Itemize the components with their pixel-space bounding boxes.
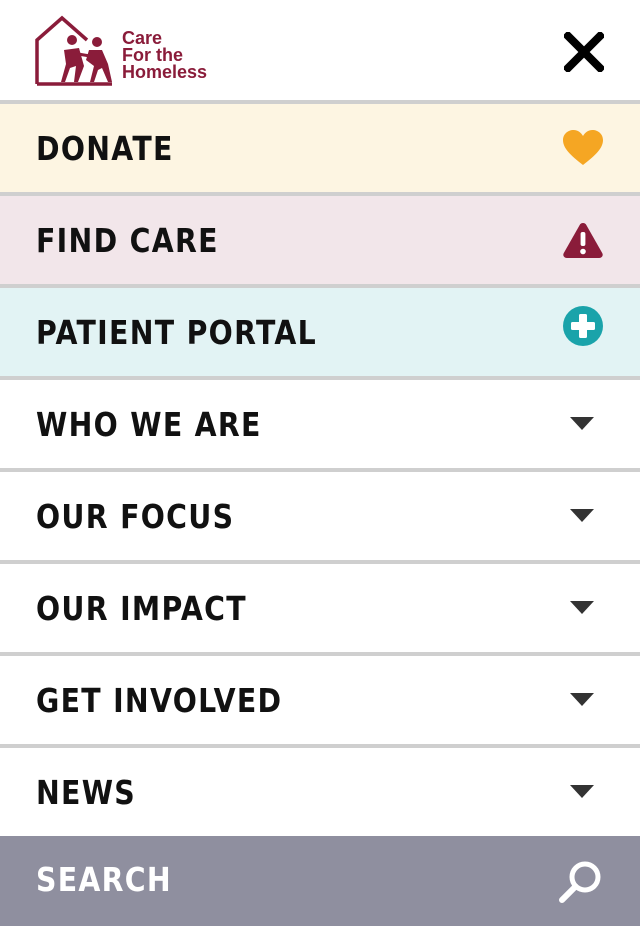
- chevron-down-icon: [570, 601, 594, 615]
- main-menu: DONATE FIND CARE PATIENT PORTAL WHO WE A…: [0, 100, 640, 836]
- menu-item-our-focus[interactable]: OUR FOCUS: [0, 468, 640, 560]
- close-button[interactable]: [560, 28, 608, 76]
- menu-item-label: GET INVOLVED: [36, 680, 283, 720]
- menu-item-label: FIND CARE: [36, 220, 219, 260]
- search-icon: [559, 861, 601, 903]
- chevron-down-icon: [570, 693, 594, 707]
- menu-item-label: DONATE: [36, 128, 174, 168]
- header: Care For the Homeless: [0, 0, 640, 100]
- menu-item-find-care[interactable]: FIND CARE: [0, 192, 640, 284]
- menu-item-get-involved[interactable]: GET INVOLVED: [0, 652, 640, 744]
- menu-item-label: PATIENT PORTAL: [36, 312, 318, 352]
- logo-line: Homeless: [122, 62, 208, 82]
- search-label: SEARCH: [36, 860, 172, 899]
- mobile-menu: Care For the Homeless DONATE FIND CARE P…: [0, 0, 640, 926]
- menu-item-label: OUR FOCUS: [36, 496, 235, 536]
- heart-icon: [562, 129, 604, 167]
- menu-item-label: OUR IMPACT: [36, 588, 247, 628]
- plus-circle-icon: [562, 305, 604, 347]
- close-icon: [564, 32, 604, 72]
- menu-item-our-impact[interactable]: OUR IMPACT: [0, 560, 640, 652]
- menu-item-label: WHO WE ARE: [36, 404, 262, 444]
- menu-item-label: NEWS: [36, 772, 137, 812]
- search-button[interactable]: SEARCH: [0, 836, 640, 926]
- house-with-people-icon: [35, 15, 112, 86]
- chevron-down-icon: [570, 785, 594, 799]
- logo-wordmark: Care For the Homeless: [122, 29, 208, 82]
- menu-item-who-we-are[interactable]: WHO WE ARE: [0, 376, 640, 468]
- menu-item-news[interactable]: NEWS: [0, 744, 640, 836]
- logo[interactable]: Care For the Homeless: [34, 14, 234, 86]
- chevron-down-icon: [570, 509, 594, 523]
- menu-item-donate[interactable]: DONATE: [0, 100, 640, 192]
- warning-icon: [562, 221, 604, 259]
- menu-item-patient-portal[interactable]: PATIENT PORTAL: [0, 284, 640, 376]
- chevron-down-icon: [570, 417, 594, 431]
